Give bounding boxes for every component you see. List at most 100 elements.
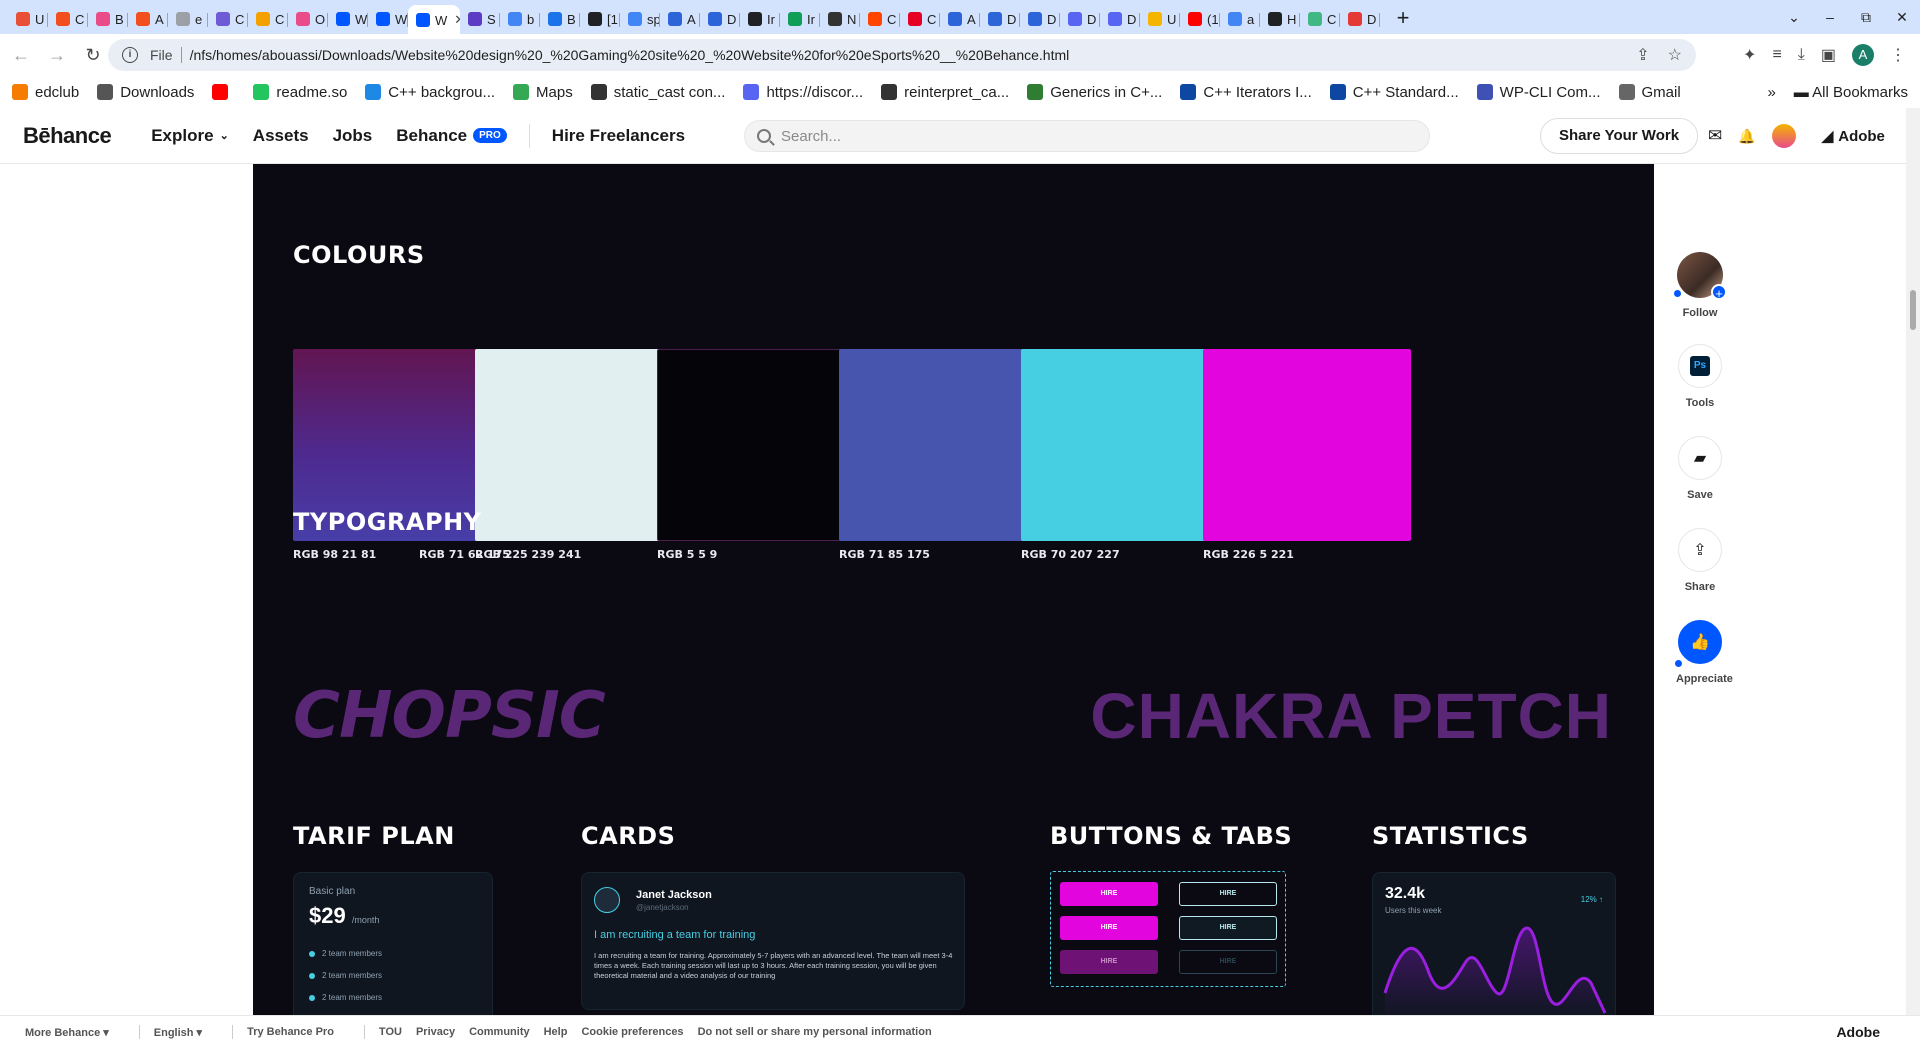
bookmark-item[interactable]: static_cast con... — [590, 84, 725, 101]
browser-tab[interactable]: C — [900, 5, 940, 33]
site-info-icon[interactable]: i — [122, 47, 138, 63]
browser-tab[interactable]: W — [368, 5, 408, 33]
browser-tab[interactable]: Ir — [740, 5, 780, 33]
browser-tab[interactable]: S — [460, 5, 500, 33]
tab-search-icon[interactable]: ⌄ — [1776, 9, 1812, 26]
browser-tab[interactable]: b — [500, 5, 540, 33]
bookmark-item[interactable]: edclub — [12, 84, 79, 101]
browser-tab[interactable]: B — [540, 5, 580, 33]
share-action[interactable]: ⇪ Share — [1676, 528, 1724, 593]
mail-icon[interactable]: ✉ — [1708, 126, 1722, 146]
share-your-work-button[interactable]: Share Your Work — [1540, 118, 1699, 154]
browser-tab[interactable]: N — [820, 5, 860, 33]
downloads-icon[interactable]: ⤓ — [1798, 46, 1805, 64]
follow-action[interactable]: + Follow — [1674, 252, 1727, 319]
footer-link-tou[interactable]: TOU — [379, 1026, 402, 1038]
nav-explore[interactable]: Explore ⌄ — [151, 126, 229, 146]
browser-tab[interactable]: D — [1060, 5, 1100, 33]
bookmark-star-icon[interactable]: ☆ — [1668, 45, 1682, 65]
bookmark-item[interactable]: Downloads — [97, 84, 194, 101]
browser-tab[interactable]: C — [248, 5, 288, 33]
nav-jobs[interactable]: Jobs — [333, 126, 373, 146]
browser-tab-active[interactable]: W ✕ — [408, 5, 460, 35]
share-page-icon[interactable]: ⇪ — [1636, 45, 1649, 65]
browser-tab[interactable]: a — [1220, 5, 1260, 33]
bookmark-item[interactable]: Maps — [513, 84, 573, 101]
appreciate-button[interactable]: 👍 — [1678, 620, 1722, 664]
browser-tab[interactable]: C — [48, 5, 88, 33]
footer-adobe-logo[interactable]: Adobe — [1836, 1024, 1880, 1040]
search-input[interactable]: Search... — [744, 120, 1430, 152]
save-button[interactable]: ▰ — [1678, 436, 1722, 480]
bookmark-item[interactable]: WP-CLI Com... — [1476, 84, 1601, 101]
reload-icon[interactable]: ↻ — [78, 45, 108, 66]
browser-tab[interactable]: O — [288, 5, 328, 33]
browser-tab[interactable]: D — [1100, 5, 1140, 33]
maximize-icon[interactable]: ⧉ — [1848, 9, 1884, 26]
minimize-icon[interactable]: – — [1812, 9, 1848, 25]
nav-behance-pro[interactable]: Behance PRO — [396, 126, 507, 146]
browser-tab[interactable]: U — [1140, 5, 1180, 33]
new-tab-button[interactable]: + — [1388, 5, 1418, 31]
browser-tab[interactable]: Ir — [780, 5, 820, 33]
browser-tab[interactable]: e — [168, 5, 208, 33]
browser-tab[interactable]: A — [660, 5, 700, 33]
bookmark-item[interactable]: Generics in C+... — [1027, 84, 1162, 101]
browser-tab[interactable]: W — [328, 5, 368, 33]
footer-link-help[interactable]: Help — [544, 1026, 568, 1038]
more-behance-dropdown[interactable]: More Behance ▾ — [25, 1026, 109, 1039]
creator-avatar[interactable]: + — [1677, 252, 1727, 301]
url-text[interactable]: /nfs/homes/abouassi/Downloads/Website%20… — [190, 47, 1070, 63]
browser-tab[interactable]: B — [88, 5, 128, 33]
footer-link-cookies[interactable]: Cookie preferences — [581, 1026, 683, 1038]
browser-tab[interactable]: sp — [620, 5, 660, 33]
side-panel-icon[interactable]: ▣ — [1821, 45, 1836, 65]
bookmark-item[interactable]: C++ Iterators I... — [1180, 84, 1312, 101]
adobe-link[interactable]: ◢ Adobe — [1822, 127, 1885, 146]
bookmark-item[interactable]: C++ backgrou... — [365, 84, 495, 101]
save-action[interactable]: ▰ Save — [1676, 436, 1724, 501]
back-icon[interactable]: ← — [6, 45, 36, 66]
scroll-thumb[interactable] — [1910, 290, 1916, 330]
bookmark-item[interactable]: https://discor... — [743, 84, 863, 101]
footer-link-community[interactable]: Community — [469, 1026, 530, 1038]
bookmark-item[interactable] — [212, 84, 235, 100]
nav-assets[interactable]: Assets — [253, 126, 309, 146]
profile-avatar[interactable]: A — [1852, 44, 1874, 66]
browser-tab[interactable]: (1 — [1180, 5, 1220, 33]
page-scrollbar[interactable] — [1906, 108, 1920, 1015]
browser-tab[interactable]: D — [700, 5, 740, 33]
menu-icon[interactable]: ⋮ — [1890, 45, 1906, 65]
address-bar[interactable]: i File /nfs/homes/abouassi/Downloads/Web… — [108, 39, 1696, 71]
browser-tab[interactable]: [1 — [580, 5, 620, 33]
nav-hire-freelancers[interactable]: Hire Freelancers — [552, 126, 685, 146]
bookmark-item[interactable]: reinterpret_ca... — [881, 84, 1009, 101]
browser-tab[interactable]: A — [128, 5, 168, 33]
browser-tab[interactable]: D — [1340, 5, 1380, 33]
behance-logo[interactable]: Bēhance — [23, 123, 112, 149]
browser-tab[interactable]: H — [1260, 5, 1300, 33]
extensions-icon[interactable]: ✦ — [1743, 45, 1756, 65]
browser-tab[interactable]: D — [980, 5, 1020, 33]
browser-tab[interactable]: C — [860, 5, 900, 33]
browser-tab[interactable]: A — [940, 5, 980, 33]
footer-link-do-not-sell[interactable]: Do not sell or share my personal informa… — [698, 1026, 932, 1038]
language-dropdown[interactable]: English ▾ — [154, 1026, 202, 1039]
user-avatar[interactable] — [1771, 124, 1796, 148]
more-bookmarks-chevron-icon[interactable]: » — [1767, 84, 1775, 101]
share-button[interactable]: ⇪ — [1678, 528, 1722, 572]
all-bookmarks-folder[interactable]: ▬ All Bookmarks — [1794, 84, 1908, 101]
bookmark-item[interactable]: Gmail — [1618, 84, 1681, 101]
bookmark-item[interactable]: C++ Standard... — [1329, 84, 1459, 101]
appreciate-action[interactable]: 👍 Appreciate — [1675, 620, 1733, 685]
footer-link-privacy[interactable]: Privacy — [416, 1026, 455, 1038]
tools-button[interactable]: Ps — [1678, 344, 1722, 388]
tools-action[interactable]: Ps Tools — [1676, 344, 1724, 409]
forward-icon[interactable]: → — [42, 45, 72, 66]
bookmark-item[interactable]: readme.so — [253, 84, 347, 101]
browser-tab[interactable]: C — [208, 5, 248, 33]
browser-tab[interactable]: D — [1020, 5, 1060, 33]
bell-icon[interactable]: 🔔 — [1738, 128, 1755, 145]
plus-icon[interactable]: + — [1711, 284, 1727, 301]
try-pro-link[interactable]: Try Behance Pro — [247, 1026, 334, 1038]
